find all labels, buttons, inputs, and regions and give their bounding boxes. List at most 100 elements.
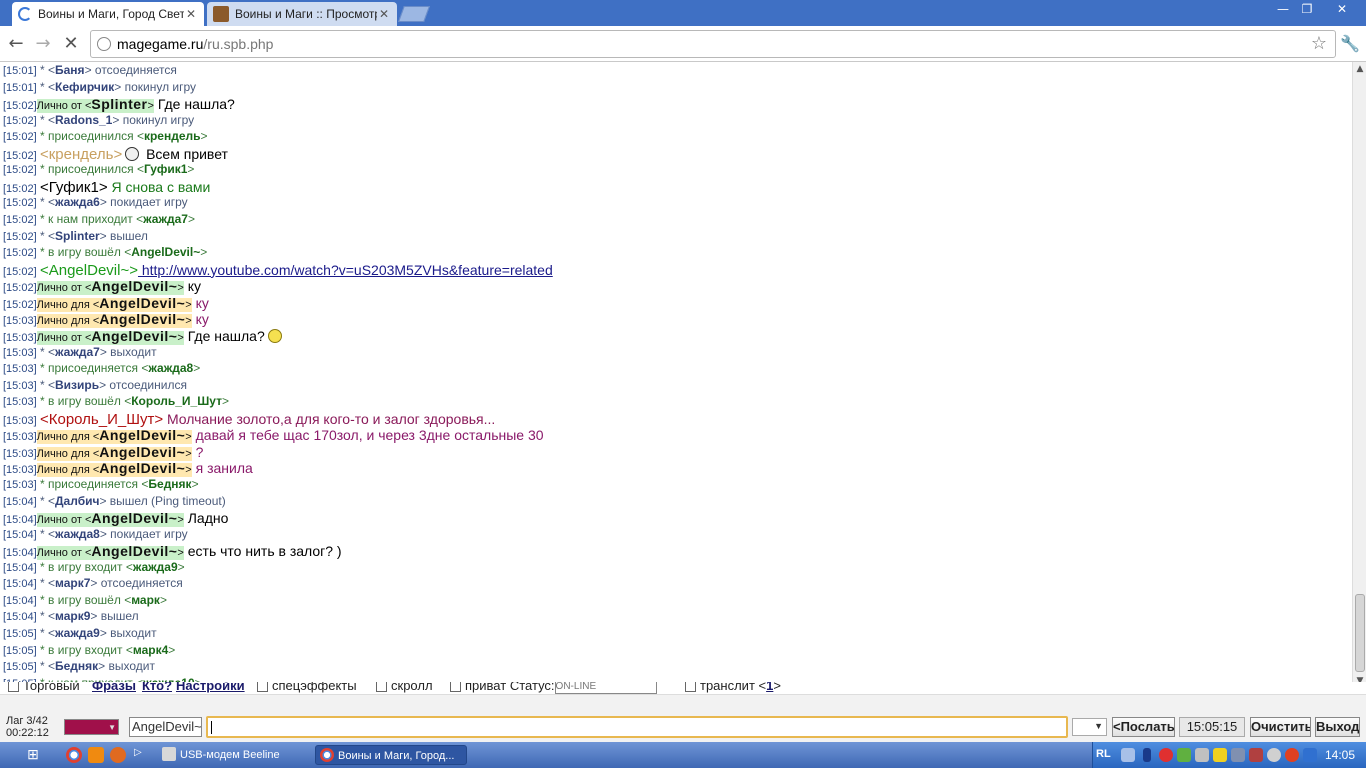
user-nick[interactable]: жажда9 [55, 626, 100, 640]
user-nick[interactable]: жажда6 [55, 195, 100, 209]
user-nick[interactable]: Визирь [55, 378, 99, 392]
user-nick[interactable]: жажда9 [133, 560, 178, 574]
clear-button[interactable]: Очистить [1250, 717, 1311, 737]
private-nick[interactable]: AngelDevil~ [91, 278, 177, 294]
close-window-button[interactable]: ✕ [1320, 0, 1364, 18]
speaker-nick[interactable]: <крендель> [40, 146, 122, 163]
private-nick[interactable]: AngelDevil~ [99, 295, 185, 311]
private-option[interactable]: приват Статус:ON-LINE [450, 682, 657, 694]
tab-inactive[interactable]: Воины и Маги :: Просмотр те ✕ [207, 2, 397, 26]
security-shield-icon[interactable] [1213, 748, 1227, 762]
translit-checkbox[interactable] [685, 682, 696, 693]
speaker-nick[interactable]: <AngelDevil~> [40, 262, 138, 279]
bluetooth-tray-icon[interactable] [1303, 748, 1317, 762]
chat-scrollbar[interactable]: ▲ ▼ [1352, 62, 1366, 688]
user-nick[interactable]: марк7 [55, 576, 90, 590]
user-nick[interactable]: Кефирчик [55, 80, 114, 94]
recipient-nick-field[interactable]: AngelDevil~ [129, 717, 202, 737]
private-nick[interactable]: Splinter [91, 96, 147, 112]
wrench-menu-icon[interactable]: 🔧 [1338, 32, 1362, 56]
message-input[interactable] [206, 716, 1068, 738]
exit-button[interactable]: Выход [1315, 717, 1360, 737]
close-tab-icon[interactable]: ✕ [184, 7, 198, 21]
user-nick[interactable]: жажда7 [143, 212, 188, 226]
private-nick[interactable]: AngelDevil~ [99, 460, 185, 476]
volume-tray-icon[interactable] [1267, 748, 1281, 762]
vlc-quicklaunch-icon[interactable] [88, 747, 104, 763]
user-nick[interactable]: Гуфик1 [144, 162, 187, 176]
message-link[interactable]: http://www.youtube.com/watch?v=uS203M5ZV… [138, 262, 553, 278]
private-from-badge[interactable]: Лично от <AngelDevil~> [36, 543, 184, 561]
scroll-option[interactable]: скролл [376, 682, 433, 693]
private-to-badge[interactable]: Лично для <AngelDevil~> [36, 427, 192, 445]
chrome-quicklaunch-icon[interactable] [66, 747, 82, 763]
taskbar-item-chrome[interactable]: Воины и Маги, Город... [315, 745, 467, 765]
scroll-thumb[interactable] [1355, 594, 1365, 672]
user-nick[interactable]: Далбич [55, 494, 99, 508]
target-select[interactable]: ▼ [1072, 718, 1107, 736]
user-nick[interactable]: Radons_1 [55, 113, 112, 127]
private-from-badge[interactable]: Лично от <Splinter> [36, 96, 154, 114]
effects-checkbox[interactable] [257, 682, 268, 693]
update-tray-icon[interactable] [1177, 748, 1191, 762]
private-nick[interactable]: AngelDevil~ [99, 444, 185, 460]
taskbar-item-usb-modem[interactable]: USB-модем Beeline [158, 745, 308, 765]
private-checkbox[interactable] [450, 682, 461, 693]
send-button[interactable]: <Послать [1112, 717, 1175, 737]
speaker-nick[interactable]: <Гуфик1> [40, 179, 108, 196]
private-to-badge[interactable]: Лично для <AngelDevil~> [36, 295, 192, 312]
back-arrow-icon[interactable]: ← [4, 32, 28, 56]
private-nick[interactable]: AngelDevil~ [99, 311, 185, 327]
forward-arrow-icon[interactable]: → [31, 32, 55, 56]
private-to-badge[interactable]: Лично для <AngelDevil~> [36, 444, 192, 461]
private-to-badge[interactable]: Лично для <AngelDevil~> [36, 460, 192, 478]
alert-tray-icon[interactable] [1285, 748, 1299, 762]
user-nick[interactable]: жажда8 [55, 527, 100, 541]
private-nick[interactable]: AngelDevil~ [91, 543, 177, 559]
private-nick[interactable]: AngelDevil~ [99, 427, 185, 443]
address-bar[interactable]: magegame.ru/ru.spb.php ☆ [90, 30, 1336, 58]
effects-option[interactable]: спецэффекты [257, 682, 357, 693]
language-indicator[interactable]: RL [1096, 748, 1111, 760]
text-color-select[interactable]: ▼ [64, 719, 119, 735]
stop-loading-icon[interactable]: ✕ [59, 32, 83, 56]
status-select[interactable]: ON-LINE [554, 682, 657, 694]
speaker-nick[interactable]: <Король_И_Шут> [40, 411, 163, 428]
private-from-badge[interactable]: Лично от <AngelDevil~> [36, 328, 184, 345]
usb-tray-icon[interactable] [1143, 748, 1151, 762]
display-tray-icon[interactable] [1231, 748, 1245, 762]
user-nick[interactable]: Баня [55, 63, 85, 77]
minimize-button[interactable]: — [1270, 0, 1296, 18]
user-nick[interactable]: марк4 [133, 643, 168, 657]
user-nick[interactable]: Бедняк [148, 477, 191, 491]
phrases-link[interactable]: Фразы [92, 682, 136, 693]
who-link[interactable]: Кто? [142, 682, 172, 693]
user-nick[interactable]: жажда7 [55, 345, 100, 359]
device-tray-icon[interactable] [1195, 748, 1209, 762]
trade-option[interactable]: Торговый [8, 682, 80, 693]
user-nick[interactable]: жажда8 [148, 361, 193, 375]
scroll-up-arrow-icon[interactable]: ▲ [1353, 62, 1366, 76]
private-from-badge[interactable]: Лично от <AngelDevil~> [36, 510, 184, 528]
connection-tray-icon[interactable] [1249, 748, 1263, 762]
bookmark-star-icon[interactable]: ☆ [1311, 33, 1327, 54]
private-from-badge[interactable]: Лично от <AngelDevil~> [36, 278, 184, 296]
trade-checkbox[interactable] [8, 682, 19, 693]
user-nick[interactable]: марк [131, 593, 160, 607]
private-to-badge[interactable]: Лично для <AngelDevil~> [36, 311, 192, 329]
firefox-quicklaunch-icon[interactable] [110, 747, 126, 763]
user-nick[interactable]: Король_И_Шут [131, 394, 222, 408]
private-nick[interactable]: AngelDevil~ [91, 510, 177, 526]
quicklaunch-more-icon[interactable]: ▷ [134, 747, 144, 763]
user-nick[interactable]: Splinter [55, 229, 100, 243]
user-nick[interactable]: крендель [144, 129, 201, 143]
start-menu-icon[interactable]: ⊞ [20, 746, 46, 764]
antivirus-tray-icon[interactable] [1159, 748, 1173, 762]
translit-option[interactable]: транслит <1> [685, 682, 781, 693]
maximize-button[interactable]: ❐ [1294, 0, 1320, 18]
tab-active[interactable]: Воины и Маги, Город Света ✕ [12, 2, 204, 26]
user-nick[interactable]: марк9 [55, 609, 90, 623]
close-tab-icon[interactable]: ✕ [377, 7, 391, 21]
user-nick[interactable]: AngelDevil~ [131, 245, 200, 259]
private-nick[interactable]: AngelDevil~ [91, 328, 177, 344]
